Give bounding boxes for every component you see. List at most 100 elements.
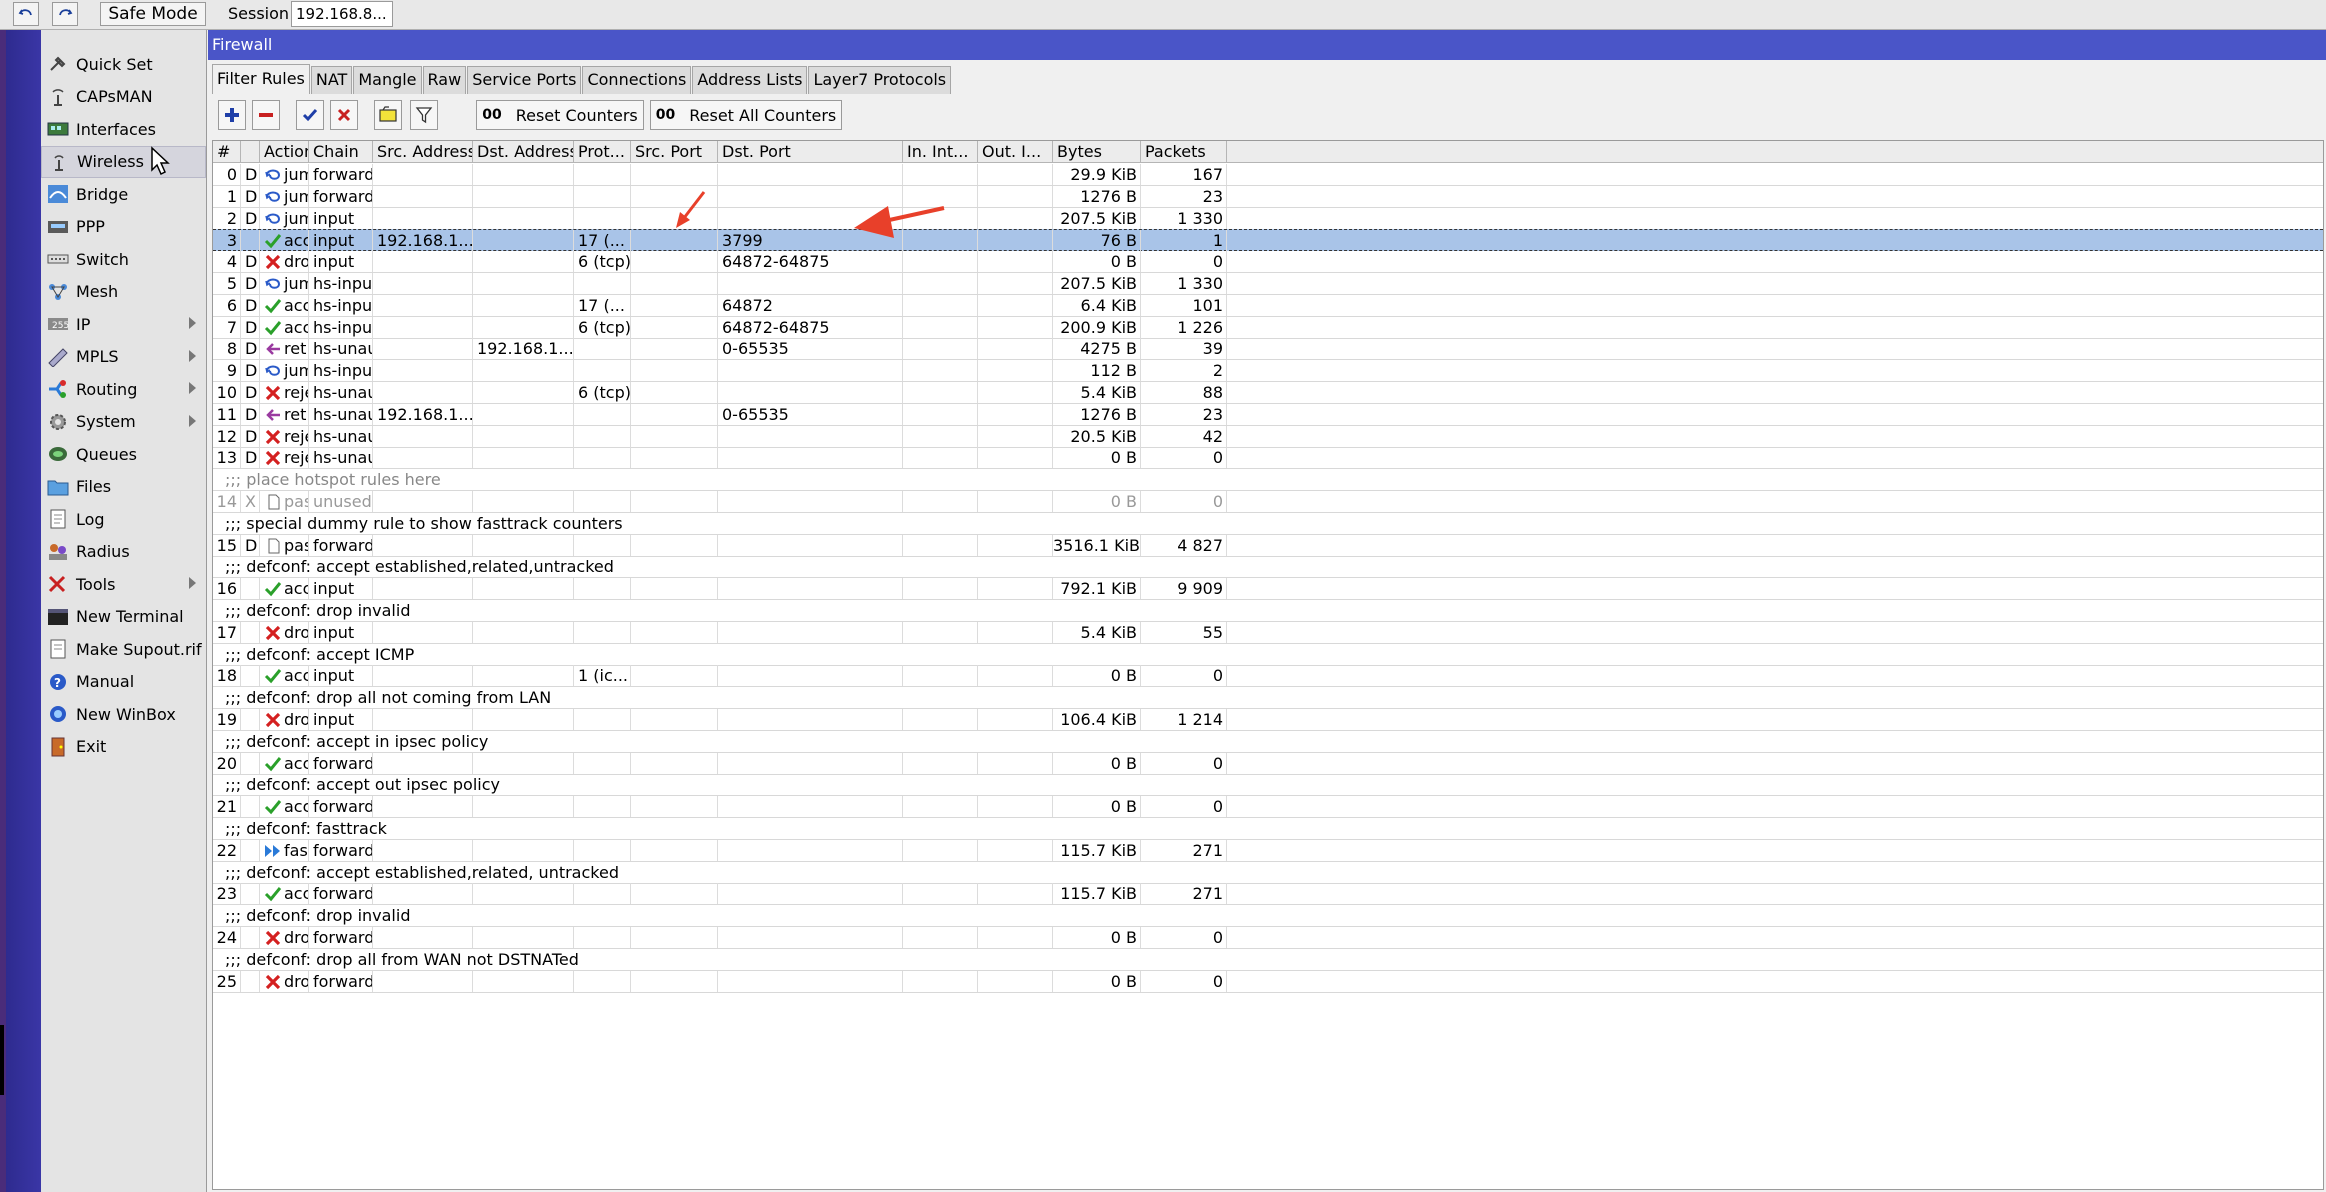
tab-layer7-protocols[interactable]: Layer7 Protocols	[808, 66, 952, 94]
menu-item-mpls[interactable]: MPLS	[41, 341, 206, 373]
remove-button[interactable]	[252, 100, 280, 130]
column-header[interactable]: Dst. Address	[473, 141, 574, 163]
comment-row[interactable]: ;;; defconf: drop invalid	[213, 905, 2323, 928]
column-header[interactable]: Out. I...	[978, 141, 1053, 163]
column-header[interactable]: #	[213, 141, 241, 163]
safe-mode-button[interactable]: Safe Mode	[100, 2, 206, 26]
column-header[interactable]: In. Int...	[903, 141, 978, 163]
comment-row[interactable]: ;;; defconf: accept out ipsec policy	[213, 774, 2323, 797]
table-row[interactable]: 16 acc...input 792.1 KiB9 909	[213, 578, 2323, 601]
comment-row[interactable]: ;;; defconf: accept established,related,…	[213, 556, 2323, 579]
table-row[interactable]: 22 fas...forward 115.7 KiB271	[213, 839, 2323, 862]
menu-item-new-winbox[interactable]: New WinBox	[41, 698, 206, 730]
menu-item-exit[interactable]: Exit	[41, 731, 206, 763]
table-row[interactable]: 2Djumpinput 207.5 KiB1 330	[213, 207, 2323, 230]
reset-counters-button[interactable]: 00 Reset Counters	[476, 100, 644, 130]
tab-connections[interactable]: Connections	[582, 66, 692, 94]
cell-prot	[574, 970, 631, 992]
menu-item-mesh[interactable]: Mesh	[41, 276, 206, 308]
table-row[interactable]: 1Djumpforward 1276 B23	[213, 185, 2323, 208]
menu-item-ip[interactable]: 255 IP	[41, 308, 206, 340]
table-row[interactable]: 18 acc...input 1 (ic... 0 B0	[213, 665, 2323, 688]
comment-row[interactable]: ;;; defconf: drop all from WAN not DSTNA…	[213, 949, 2323, 971]
menu-item-queues[interactable]: Queues	[41, 438, 206, 470]
session-field[interactable]: 192.168.8...	[291, 1, 393, 27]
comment-button[interactable]	[374, 100, 402, 130]
cell-prot: 1 (ic...	[574, 665, 631, 687]
cell-flag: D	[241, 251, 260, 273]
column-header[interactable]: Chain	[309, 141, 373, 163]
menu-item-radius[interactable]: Radius	[41, 536, 206, 568]
tab-filter-rules[interactable]: Filter Rules	[212, 64, 310, 94]
comment-row[interactable]: ;;; place hotspot rules here	[213, 469, 2323, 492]
undo-button[interactable]	[13, 2, 39, 26]
comment-row[interactable]: ;;; special dummy rule to show fasttrack…	[213, 513, 2323, 535]
redo-button[interactable]	[52, 2, 78, 26]
menu-item-ppp[interactable]: PPP	[41, 211, 206, 243]
table-row[interactable]: 4Ddropinput 6 (tcp) 64872-64875 0 B0	[213, 251, 2323, 274]
tab-raw[interactable]: Raw	[422, 66, 467, 94]
table-row[interactable]: 21 acc...forward 0 B0	[213, 796, 2323, 819]
table-row[interactable]: 7Dacc...hs-input 6 (tcp) 64872-64875 200.9 …	[213, 316, 2323, 339]
column-header[interactable]: Src. Address	[373, 141, 473, 163]
tab-nat[interactable]: NAT	[310, 66, 353, 94]
cell-sport	[631, 360, 718, 382]
table-row[interactable]: 14Xpas...unused-h... 0 B0	[213, 491, 2323, 513]
comment-row[interactable]: ;;; defconf: drop invalid	[213, 600, 2323, 622]
menu-item-files[interactable]: Files	[41, 471, 206, 503]
filter-button[interactable]	[410, 100, 438, 130]
column-header[interactable]: Action	[260, 141, 309, 163]
comment-row[interactable]: ;;; defconf: accept in ipsec policy	[213, 731, 2323, 753]
add-button[interactable]	[218, 100, 246, 130]
column-header[interactable]: Prot...	[574, 141, 631, 163]
menu-item-wireless[interactable]: Wireless	[41, 145, 206, 178]
menu-item-routing[interactable]: Routing	[41, 373, 206, 405]
table-row[interactable]: 5Djumphs-input 207.5 KiB1 330	[213, 273, 2323, 295]
menu-item-bridge[interactable]: Bridge	[41, 178, 206, 210]
table-row[interactable]: 11Dret...hs-unaut...192.168.1... 0-65535 1…	[213, 403, 2323, 426]
table-row[interactable]: 15Dpas...forward 3516.1 KiB4 827	[213, 534, 2323, 557]
column-header[interactable]	[241, 141, 260, 163]
table-row[interactable]: 19 dropinput 106.4 KiB1 214	[213, 709, 2323, 731]
exit-icon	[46, 736, 70, 758]
tab-service-ports[interactable]: Service Ports	[467, 66, 582, 94]
column-header[interactable]: Bytes	[1053, 141, 1141, 163]
comment-row[interactable]: ;;; defconf: accept ICMP	[213, 644, 2323, 666]
tab-mangle[interactable]: Mangle	[353, 66, 422, 94]
table-row[interactable]: 10Drejecths-unauth 6 (tcp) 5.4 KiB88	[213, 382, 2323, 404]
table-row[interactable]: 6Dacc...hs-input 17 (... 64872 6.4 KiB101	[213, 294, 2323, 317]
cell-prot	[574, 338, 631, 360]
menu-item-log[interactable]: Log	[41, 503, 206, 535]
menu-item-switch[interactable]: Switch	[41, 243, 206, 275]
table-row[interactable]: 8Dret...hs-unauth 192.168.1... 0-65535 4275…	[213, 338, 2323, 361]
table-row[interactable]: 0Djumpforward 29.9 KiB167	[213, 164, 2323, 186]
comment-row[interactable]: ;;; defconf: fasttrack	[213, 818, 2323, 840]
table-row[interactable]: 24 dropforward 0 B0	[213, 927, 2323, 949]
column-header[interactable]: Packets	[1141, 141, 1227, 163]
table-row[interactable]: 3acc...input192.168.1...17 (...379976 B1	[213, 229, 2323, 252]
column-header[interactable]: Dst. Port	[718, 141, 903, 163]
menu-item-tools[interactable]: Tools	[41, 568, 206, 600]
menu-item-new-terminal[interactable]: New Terminal	[41, 601, 206, 633]
disable-button[interactable]	[330, 100, 358, 130]
reset-all-counters-button[interactable]: 00 Reset All Counters	[650, 100, 842, 130]
table-row[interactable]: 13Drejecths-unaut... 0 B0	[213, 447, 2323, 470]
table-row[interactable]: 12Drejecths-unauth 20.5 KiB42	[213, 425, 2323, 448]
table-row[interactable]: 23 acc...forward 115.7 KiB271	[213, 883, 2323, 906]
menu-item-system[interactable]: System	[41, 406, 206, 438]
table-row[interactable]: 17 dropinput 5.4 KiB55	[213, 621, 2323, 644]
menu-item-interfaces[interactable]: Interfaces	[41, 113, 206, 145]
menu-item-make-supout-rif[interactable]: Make Supout.rif	[41, 633, 206, 665]
comment-row[interactable]: ;;; defconf: drop all not coming from LA…	[213, 687, 2323, 710]
menu-item-manual[interactable]: ? Manual	[41, 666, 206, 698]
table-row[interactable]: 20 acc...forward 0 B0	[213, 752, 2323, 775]
enable-button[interactable]	[296, 100, 324, 130]
table-row[interactable]: 25 dropforward 0 B0	[213, 970, 2323, 993]
menu-item-quick-set[interactable]: Quick Set	[41, 48, 206, 80]
column-header[interactable]: Src. Port	[631, 141, 718, 163]
menu-item-capsman[interactable]: CAPsMAN	[41, 81, 206, 113]
tab-address-lists[interactable]: Address Lists	[692, 66, 808, 94]
table-row[interactable]: 9Djumphs-input 112 B2	[213, 360, 2323, 383]
comment-row[interactable]: ;;; defconf: accept established,related,…	[213, 862, 2323, 884]
cell-dst	[473, 273, 574, 294]
